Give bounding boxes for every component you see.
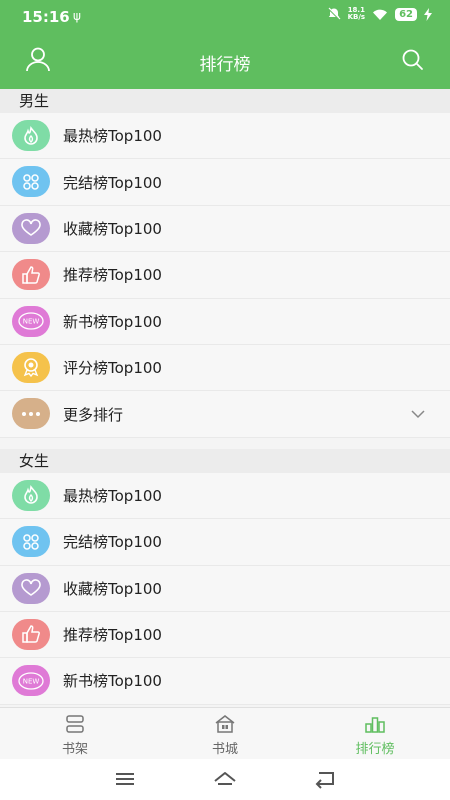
bookshelf-icon: [66, 715, 84, 733]
tab-label: 排行榜: [355, 742, 395, 757]
ranking-item-label: 最热榜Top100: [63, 127, 162, 146]
chevron-down-icon[interactable]: [410, 406, 426, 422]
flame-icon: [24, 125, 38, 145]
section-divider: [0, 437, 450, 449]
ranking-item-label: 完结榜Top100: [63, 533, 162, 552]
network-speed: 18.1 KB/s: [347, 6, 366, 21]
ranking-icon: [365, 717, 385, 733]
mute-icon: [327, 7, 341, 21]
heart-icon: [21, 579, 41, 596]
tab-bookshelf[interactable]: 书架: [0, 708, 150, 759]
grid-icon: [23, 174, 39, 190]
tab-label: 书架: [61, 742, 88, 757]
ranking-item-label: 收藏榜Top100: [63, 219, 162, 238]
ranking-item[interactable]: 最热榜Top100: [0, 472, 450, 520]
home-icon[interactable]: [213, 769, 237, 789]
ranking-item[interactable]: 更多排行: [0, 391, 450, 438]
ranking-item-icon: [12, 526, 50, 558]
ranking-item-icon: [12, 259, 50, 291]
svg-text:NEW: NEW: [23, 318, 40, 326]
ranking-item-icon: NEW: [12, 305, 50, 337]
ranking-item-icon: [12, 120, 50, 151]
tab-bookstore[interactable]: 书城: [150, 708, 300, 759]
ranking-item-label: 推荐榜Top100: [63, 626, 162, 645]
heart-icon: [21, 219, 41, 237]
battery-level: 62: [395, 7, 417, 21]
section-header-female: 女生: [0, 448, 450, 473]
usb-icon: ψ: [73, 9, 81, 23]
ranking-item-icon: NEW: [12, 665, 50, 697]
ranking-item-icon: [12, 398, 50, 430]
charging-icon: [424, 7, 432, 21]
ranking-item[interactable]: 推荐榜Top100: [0, 611, 450, 659]
ranking-item-label: 收藏榜Top100: [63, 579, 162, 598]
ranking-item[interactable]: 收藏榜Top100: [0, 565, 450, 612]
ranking-item[interactable]: NEW 新书榜Top100: [0, 298, 450, 345]
ranking-item[interactable]: 最热榜Top100: [0, 113, 450, 160]
status-right: 18.1 KB/s 62: [327, 7, 432, 21]
ranking-item-icon: [12, 166, 50, 198]
ranking-item[interactable]: 完结榜Top100: [0, 519, 450, 566]
flame-icon: [24, 485, 38, 505]
section-female-items: 最热榜Top100 完结榜Top100 收藏榜Top100 推荐榜Top100 NEW 新…: [0, 472, 450, 705]
back-icon[interactable]: [313, 769, 337, 789]
menu-icon[interactable]: [113, 769, 137, 789]
svg-text:NEW: NEW: [23, 677, 40, 685]
ranking-item-label: 更多排行: [63, 405, 124, 424]
system-nav-bar: [0, 759, 450, 800]
ranking-item-icon: [12, 351, 50, 383]
status-time: 15:16: [22, 8, 70, 26]
tab-label: 书城: [211, 742, 238, 757]
ranking-item[interactable]: 推荐榜Top100: [0, 252, 450, 299]
tab-ranking[interactable]: 排行榜: [300, 708, 450, 759]
more-icon: [22, 411, 40, 416]
ranking-item-icon: [12, 572, 50, 604]
status-bar: 15:16 ψ 18.1 KB/s 62: [0, 0, 450, 34]
new-badge-icon: NEW: [18, 672, 44, 690]
page-title: 排行榜: [199, 55, 251, 75]
ranking-item-label: 新书榜Top100: [63, 672, 162, 691]
new-badge-icon: NEW: [18, 312, 44, 330]
ranking-item-label: 评分榜Top100: [63, 359, 162, 378]
ranking-item-icon: [12, 618, 50, 650]
store-icon: [215, 715, 235, 733]
ranking-item-icon: [12, 479, 50, 511]
thumbs-up-icon: [22, 265, 40, 284]
ranking-item-label: 新书榜Top100: [63, 312, 162, 331]
award-icon: [23, 358, 39, 378]
app-bar: 排行榜: [0, 34, 450, 89]
section-male-items: 最热榜Top100 完结榜Top100 收藏榜Top100 推荐榜Top100 NEW 新…: [0, 113, 450, 438]
wifi-icon: [373, 9, 388, 20]
ranking-item[interactable]: 评分榜Top100: [0, 344, 450, 392]
ranking-item-label: 推荐榜Top100: [63, 266, 162, 285]
bottom-tab-bar: 书架 书城 排行榜: [0, 707, 450, 759]
thumbs-up-icon: [22, 625, 40, 644]
section-header-male: 男生: [0, 89, 450, 113]
ranking-item-label: 完结榜Top100: [63, 173, 162, 192]
ranking-item[interactable]: 收藏榜Top100: [0, 205, 450, 253]
ranking-item[interactable]: 完结榜Top100: [0, 159, 450, 206]
ranking-list: 男生 最热榜Top100 完结榜Top100 收藏榜Top100 推荐榜Top100 N…: [0, 89, 450, 707]
ranking-item-label: 最热榜Top100: [63, 486, 162, 505]
grid-icon: [23, 533, 39, 550]
ranking-item-icon: [12, 212, 50, 244]
search-icon[interactable]: [401, 48, 425, 72]
ranking-item[interactable]: NEW 新书榜Top100: [0, 658, 450, 705]
